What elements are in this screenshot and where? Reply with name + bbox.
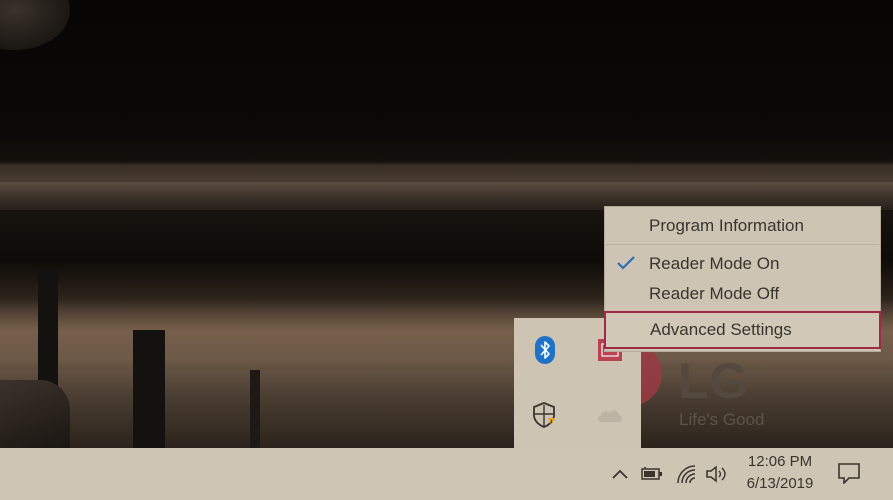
menu-separator [606,244,879,245]
clock-date[interactable]: 6/13/2019 [742,475,818,492]
wallpaper-post [250,370,260,448]
battery-icon[interactable] [640,462,664,486]
menu-item-label: Advanced Settings [650,320,792,339]
menu-item-reader-mode-on[interactable]: Reader Mode On [605,249,880,279]
wallpaper-post [133,330,165,448]
menu-item-advanced-settings[interactable]: Advanced Settings [604,311,881,349]
menu-item-reader-mode-off[interactable]: Reader Mode Off [605,279,880,309]
wallpaper-rock [0,380,70,448]
wallpaper-shadow [0,0,70,50]
menu-item-label: Program Information [649,216,804,235]
wifi-icon[interactable] [675,462,699,486]
menu-item-label: Reader Mode On [649,254,780,273]
context-menu: Program Information Reader Mode On Reade… [604,206,881,352]
menu-item-program-information[interactable]: Program Information [605,211,880,241]
onedrive-icon[interactable] [592,397,628,433]
action-center-icon[interactable] [836,460,862,486]
lg-logo-text: LG [678,353,750,409]
volume-icon[interactable] [704,462,730,486]
clock-time[interactable]: 12:06 PM [742,453,818,470]
windows-security-icon[interactable] [527,397,563,433]
chevron-up-icon[interactable] [611,462,629,486]
lg-tagline: Life's Good [679,410,765,429]
bluetooth-icon[interactable] [527,332,563,368]
menu-item-label: Reader Mode Off [649,284,780,303]
